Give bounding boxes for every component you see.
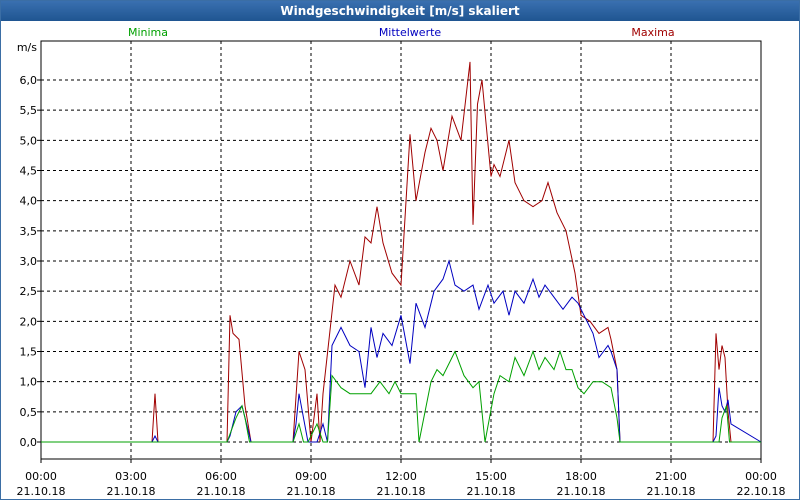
legend-maxima: Maxima xyxy=(631,26,674,39)
y-axis-label: m/s xyxy=(17,41,37,54)
x-tick-date-label: 21.10.18 xyxy=(17,485,66,498)
x-tick-time-label: 06:00 xyxy=(205,470,237,483)
y-tick-label: 5,5 xyxy=(20,104,38,117)
x-tick-time-label: 09:00 xyxy=(295,470,327,483)
x-tick-date-label: 21.10.18 xyxy=(647,485,696,498)
y-tick-label: 1,5 xyxy=(20,346,38,359)
x-tick-time-label: 00:00 xyxy=(25,470,57,483)
x-tick-time-label: 21:00 xyxy=(655,470,687,483)
y-tick-label: 1,0 xyxy=(20,376,38,389)
x-tick-date-label: 22.10.18 xyxy=(737,485,786,498)
x-tick-time-label: 15:00 xyxy=(475,470,507,483)
y-tick-label: 3,0 xyxy=(20,255,38,268)
x-tick-time-label: 00:00 xyxy=(745,470,777,483)
x-tick-date-label: 21.10.18 xyxy=(377,485,426,498)
y-tick-label: 0,0 xyxy=(20,436,38,449)
y-tick-label: 2,0 xyxy=(20,315,38,328)
chart-window: Windgeschwindigkeit [m/s] skaliert 0,0 0,… xyxy=(0,0,800,500)
x-tick-date-label: 21.10.18 xyxy=(107,485,156,498)
x-tick-date-label: 21.10.18 xyxy=(557,485,606,498)
y-tick-label: 2,5 xyxy=(20,285,38,298)
y-tick-label: 0,5 xyxy=(20,406,38,419)
legend-mittelwerte: Mittelwerte xyxy=(379,26,442,39)
y-tick-label: 5,0 xyxy=(20,134,38,147)
x-tick-date-label: 21.10.18 xyxy=(287,485,336,498)
x-tick-time-label: 12:00 xyxy=(385,470,417,483)
y-tick-label: 4,5 xyxy=(20,165,38,178)
x-tick-time-label: 03:00 xyxy=(115,470,147,483)
y-tick-label: 3,5 xyxy=(20,225,38,238)
x-tick-time-label: 18:00 xyxy=(565,470,597,483)
y-tick-label: 6,0 xyxy=(20,74,38,87)
x-tick-date-label: 21.10.18 xyxy=(197,485,246,498)
wind-speed-chart: 0,0 0,5 1,0 1,5 2,0 2,5 3,0 3,5 4,0 4,5 5,0 5,5 6,0 m… xyxy=(17,26,786,498)
x-tick-date-label: 21.10.18 xyxy=(467,485,516,498)
legend-minima: Minima xyxy=(128,26,168,39)
y-tick-label: 4,0 xyxy=(20,195,38,208)
